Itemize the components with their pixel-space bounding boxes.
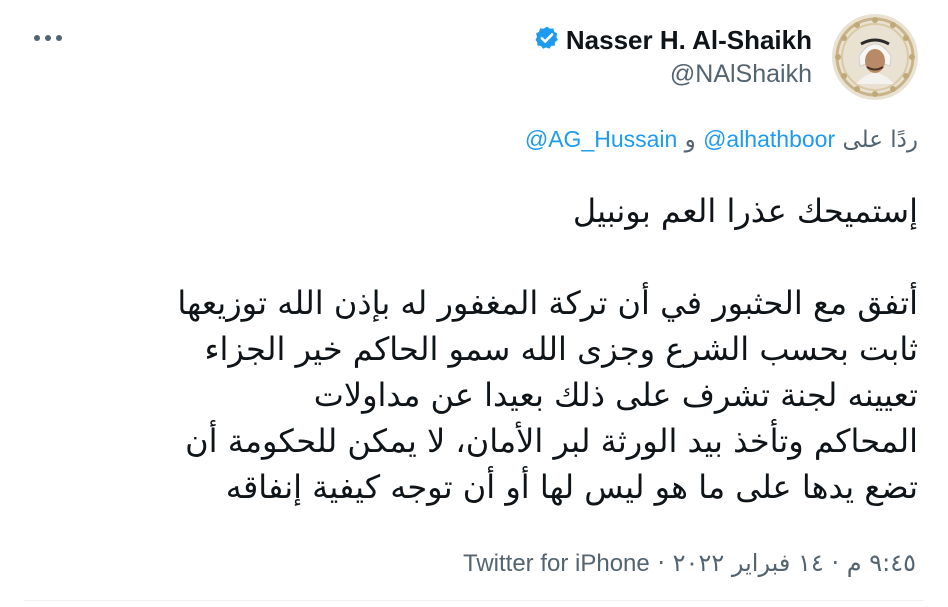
avatar[interactable] (832, 14, 918, 100)
tweet-source-link[interactable]: Twitter for iPhone (463, 550, 650, 577)
more-dots-icon (34, 35, 62, 41)
tweet-line: تعيينه لجنة تشرف على ذلك بعيدا عن مداولا… (313, 376, 918, 414)
tweet-time[interactable]: ٩:٤٥ م (847, 549, 916, 577)
divider (24, 600, 924, 601)
reply-conjunction: و (684, 127, 696, 153)
tweet-line: تضع يدها على ما هو ليس لها أو أن توجه كي… (225, 468, 918, 506)
reply-prefix: ردًا على (842, 127, 918, 153)
mention-alhathboor[interactable]: @alhathboor (703, 126, 835, 152)
name-row: Nasser H. Al-Shaikh (534, 22, 812, 58)
tweet-line: إستميحك عذرا العم بونبيل (572, 192, 918, 230)
tweet-meta: ٩:٤٥ م · ١٤ فبراير ٢٠٢٢ · Twitter for iP… (463, 549, 916, 578)
tweet-date[interactable]: ١٤ فبراير ٢٠٢٢ (673, 549, 824, 577)
tweet-line: ثابت بحسب الشرع وجزى الله سمو الحاكم خير… (204, 330, 918, 368)
tweet-text: إستميحك عذرا العم بونبيل أتفق مع الحثبور… (18, 188, 918, 510)
author-name[interactable]: Nasser H. Al-Shaikh (566, 25, 812, 56)
mention-ag-hussain[interactable]: @AG_Hussain (525, 126, 677, 152)
verified-icon (534, 25, 560, 55)
profile-photo-icon (832, 14, 918, 100)
tweet-header: Nasser H. Al-Shaikh @NAlShaikh (534, 22, 812, 89)
tweet-line: أتفق مع الحثبور في أن تركة المغفور له بإ… (177, 284, 918, 322)
more-options-button[interactable] (26, 20, 70, 56)
meta-separator: · (831, 549, 840, 577)
tweet-line: المحاكم وتأخذ بيد الورثة لبر الأمان، لا … (185, 422, 918, 460)
meta-separator: · (657, 549, 666, 577)
author-handle[interactable]: @NAlShaikh (534, 60, 812, 89)
replying-to: ردًا على @alhathboor و @AG_Hussain (525, 126, 918, 153)
